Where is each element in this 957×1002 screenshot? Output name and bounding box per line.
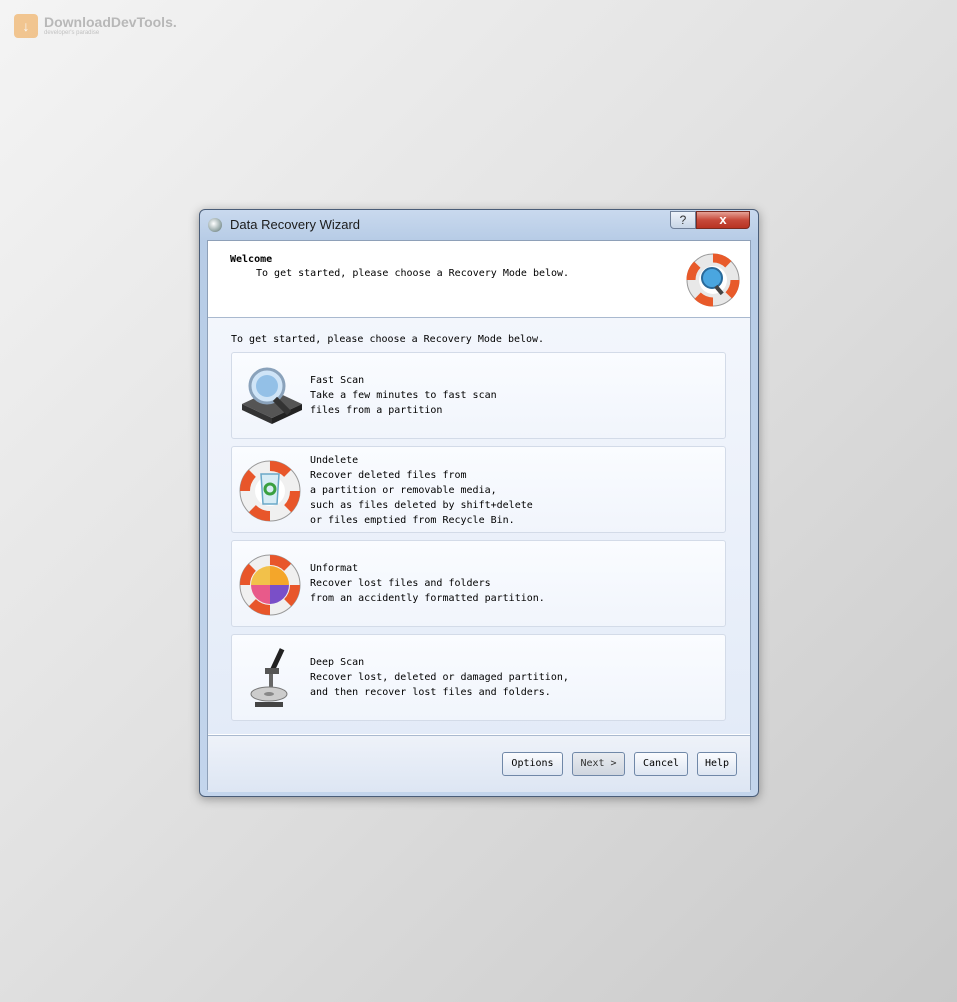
watermark-title: DownloadDevTools. — [44, 14, 177, 30]
mode-unformat[interactable]: Unformat Recover lost files and folders … — [231, 540, 726, 627]
mode-description: Recover lost files and folders from an a… — [310, 578, 545, 604]
mode-title: Undelete — [310, 455, 359, 466]
watermark: ↓ DownloadDevTools. developer's paradise — [14, 14, 177, 38]
mode-deep-scan[interactable]: Deep Scan Recover lost, deleted or damag… — [231, 634, 726, 721]
microscope-disk-icon — [250, 648, 288, 707]
mode-fast-scan[interactable]: Fast Scan Take a few minutes to fast sca… — [231, 352, 726, 439]
lifebuoy-magnifier-icon — [686, 253, 740, 307]
mode-description: Take a few minutes to fast scan files fr… — [310, 390, 497, 416]
watermark-subtitle: developer's paradise — [44, 30, 100, 36]
help-button[interactable]: Help — [697, 752, 737, 776]
header-subtitle: To get started, please choose a Recovery… — [256, 268, 570, 279]
recycle-bin-lifebuoy-icon — [239, 460, 301, 522]
app-icon — [208, 218, 222, 232]
title-close-button[interactable]: x — [696, 211, 750, 229]
header-title: Welcome — [230, 254, 273, 265]
title-help-button[interactable]: ? — [670, 211, 696, 229]
hard-drive-magnifier-icon — [242, 367, 302, 424]
window-title: Data Recovery Wizard — [230, 217, 361, 232]
wizard-content: Welcome To get started, please choose a … — [207, 240, 751, 792]
mode-description: Recover lost, deleted or damaged partiti… — [310, 672, 569, 698]
mode-title: Deep Scan — [310, 657, 365, 668]
options-button[interactable]: Options — [502, 752, 563, 776]
mode-title: Unformat — [310, 563, 359, 574]
cancel-button[interactable]: Cancel — [634, 752, 688, 776]
pie-chart-lifebuoy-icon — [239, 554, 301, 616]
next-button[interactable]: Next > — [572, 752, 625, 776]
title-bar[interactable]: Data Recovery Wizard ? x — [200, 210, 758, 240]
wizard-body: To get started, please choose a Recovery… — [208, 318, 750, 734]
watermark-logo-icon: ↓ — [14, 14, 38, 38]
intro-text: To get started, please choose a Recovery… — [231, 334, 545, 345]
mode-undelete[interactable]: Undelete Recover deleted files from a pa… — [231, 446, 726, 533]
mode-title: Fast Scan — [310, 375, 365, 386]
wizard-header: Welcome To get started, please choose a … — [208, 241, 750, 318]
wizard-footer: Options Next > Cancel Help — [208, 735, 750, 792]
mode-description: Recover deleted files from a partition o… — [310, 470, 533, 526]
data-recovery-wizard-window: Data Recovery Wizard ? x Welcome To get … — [199, 209, 759, 797]
